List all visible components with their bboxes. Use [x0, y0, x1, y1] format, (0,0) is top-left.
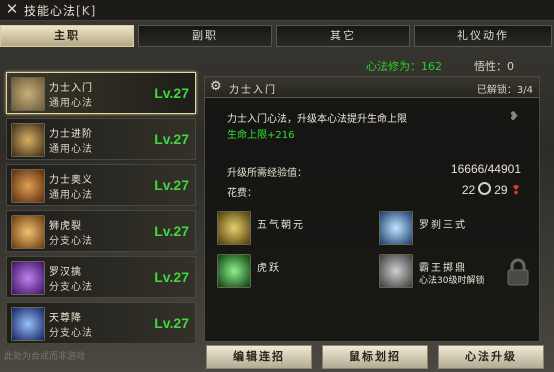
skill-category: 分支心法 [49, 282, 93, 293]
mouse-gesture-button[interactable]: 鼠标划招 [322, 345, 428, 369]
skill-name: 狮虎裂 [49, 221, 82, 232]
cultivation-points: 心法修为：162 [366, 60, 442, 73]
window-title: 技能心法[K] [24, 4, 97, 18]
cost-silver: 29 [494, 183, 508, 197]
stat-gain: 生命上限+216 [227, 130, 295, 141]
purple-grab-icon [11, 261, 45, 295]
wuxing-points: 悟性：0 [474, 60, 514, 73]
skill-category: 通用心法 [49, 144, 93, 155]
exp-value: 16666/44901 [450, 162, 521, 176]
beast-icon [11, 215, 45, 249]
tab-other[interactable]: 其它 [276, 25, 410, 47]
detail-header: ⚙ 力士入门 已解锁：3/4 [205, 77, 539, 98]
skill-item[interactable]: 天尊降 分支心法 Lv.27 [6, 302, 196, 344]
gear-icon: ⚙ [210, 79, 222, 94]
subskill-name: 霸王掷鼎 [419, 263, 467, 274]
buddha-icon [217, 211, 251, 245]
skill-item[interactable]: 力士进阶 通用心法 Lv.27 [6, 118, 196, 160]
cost-value: 22 29 ❢ [462, 182, 521, 197]
skill-detail-panel: ⚙ 力士入门 已解锁：3/4 力士入门心法，升级本心法提升生命上限 ❥ 生命上限… [204, 76, 540, 342]
edit-combo-button[interactable]: 编辑连招 [206, 345, 312, 369]
skill-name: 力士入门 [49, 83, 93, 94]
detail-title: 力士入门 [229, 85, 277, 96]
skill-name: 力士奥义 [49, 175, 93, 186]
blue-strike-icon [11, 307, 45, 341]
tab-secondary[interactable]: 副职 [138, 25, 272, 47]
skill-item[interactable]: 狮虎裂 分支心法 Lv.27 [6, 210, 196, 252]
watermark-text: 此处为合成而非游戏 [4, 352, 86, 362]
warrior-icon [11, 169, 45, 203]
skill-category: 分支心法 [49, 328, 93, 339]
flame-icon: ❢ [510, 183, 521, 197]
green-leap-icon [217, 254, 251, 288]
skill-level: Lv.27 [154, 269, 189, 285]
close-icon[interactable]: ✕ [4, 1, 20, 17]
upgrade-skill-button[interactable]: 心法升级 [438, 345, 544, 369]
subskill-name: 罗刹三式 [419, 220, 467, 231]
skill-item[interactable]: 力士奥义 通用心法 Lv.27 [6, 164, 196, 206]
points-row: 心法修为：162 悟性：0 [200, 58, 550, 74]
subskill-name: 虎跃 [257, 263, 281, 274]
skill-name: 天尊降 [49, 313, 82, 324]
skill-level: Lv.27 [154, 85, 189, 101]
coin-icon [478, 182, 492, 195]
unlock-note: 心法30级时解锁 [419, 276, 485, 286]
title-bar: ✕ 技能心法[K] [0, 0, 554, 21]
subskill-name: 五气朝元 [257, 220, 305, 231]
skill-category: 分支心法 [49, 236, 93, 247]
subskill-item[interactable]: 罗刹三式 [379, 211, 529, 245]
skill-description: 力士入门心法，升级本心法提升生命上限 [227, 114, 407, 125]
skill-item[interactable]: 力士入门 通用心法 Lv.27 [6, 72, 196, 114]
skill-level: Lv.27 [154, 177, 189, 193]
skill-category: 通用心法 [49, 190, 93, 201]
skill-level: Lv.27 [154, 223, 189, 239]
unlock-progress: 已解锁：3/4 [476, 85, 533, 96]
fist-icon [11, 77, 45, 111]
cost-gold: 22 [461, 183, 476, 197]
cauldron-icon [379, 254, 413, 288]
tab-main[interactable]: 主职 [0, 25, 134, 47]
skill-level: Lv.27 [154, 315, 189, 331]
skill-level: Lv.27 [154, 131, 189, 147]
exp-label: 升级所需经验值： [227, 168, 307, 179]
subskill-item[interactable]: 虎跃 [217, 254, 367, 288]
skill-category: 通用心法 [49, 98, 93, 109]
favorite-icon[interactable]: ❥ [509, 109, 519, 123]
cost-label: 花费： [227, 188, 257, 199]
tab-bar: 主职 副职 其它 礼仪动作 [0, 25, 554, 47]
skill-item[interactable]: 罗汉擒 分支心法 Lv.27 [6, 256, 196, 298]
subskill-item[interactable]: 五气朝元 [217, 211, 367, 245]
lock-icon [507, 258, 529, 286]
skill-name: 力士进阶 [49, 129, 93, 140]
sword-slash-icon [11, 123, 45, 157]
tab-etiquette[interactable]: 礼仪动作 [414, 25, 552, 47]
skill-name: 罗汉擒 [49, 267, 82, 278]
blue-swirl-icon [379, 211, 413, 245]
